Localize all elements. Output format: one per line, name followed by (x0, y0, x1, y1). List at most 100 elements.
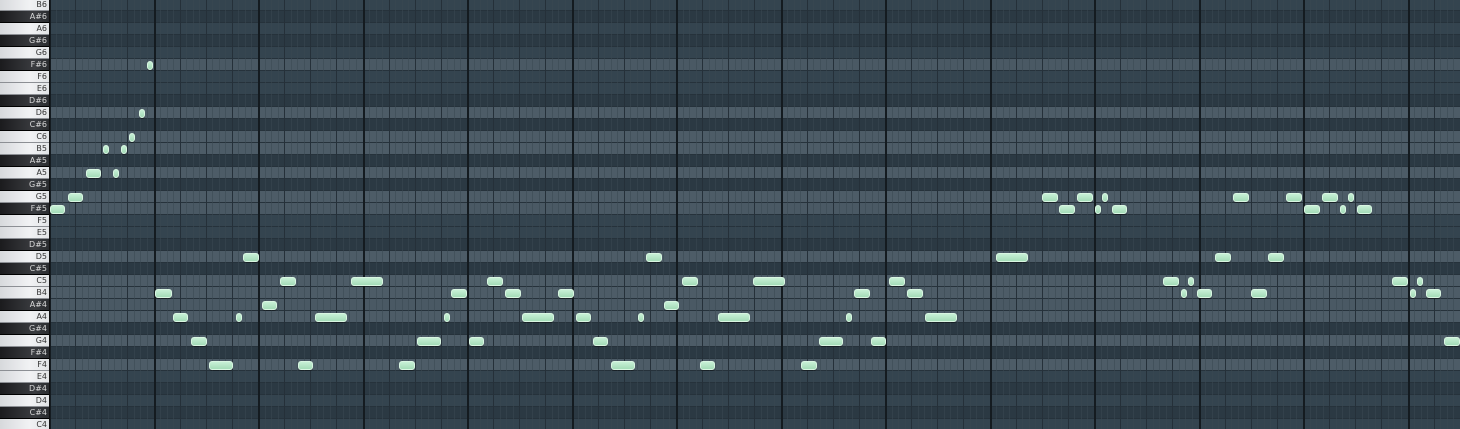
note-block[interactable] (522, 313, 554, 322)
note-block[interactable] (611, 361, 635, 370)
note-block[interactable] (191, 337, 207, 346)
note-block[interactable] (1348, 193, 1354, 202)
note-block[interactable] (209, 361, 233, 370)
key-f5[interactable]: F5 (0, 215, 49, 227)
key-csharp4[interactable]: C#4 (0, 407, 49, 419)
key-g5[interactable]: G5 (0, 191, 49, 203)
note-block[interactable] (638, 313, 644, 322)
key-gsharp5[interactable]: G#5 (0, 179, 49, 191)
note-block[interactable] (298, 361, 313, 370)
note-block[interactable] (86, 169, 101, 178)
note-block[interactable] (1340, 205, 1346, 214)
note-block[interactable] (558, 289, 574, 298)
note-block[interactable] (1417, 277, 1423, 286)
note-block[interactable] (113, 169, 119, 178)
note-block[interactable] (147, 61, 153, 70)
note-block[interactable] (236, 313, 242, 322)
note-block[interactable] (417, 337, 441, 346)
note-block[interactable] (889, 277, 905, 286)
note-block[interactable] (1059, 205, 1075, 214)
note-block[interactable] (1112, 205, 1127, 214)
note-block[interactable] (1215, 253, 1231, 262)
note-block[interactable] (155, 289, 172, 298)
note-block[interactable] (1286, 193, 1302, 202)
note-block[interactable] (243, 253, 259, 262)
key-fsharp4[interactable]: F#4 (0, 347, 49, 359)
note-block[interactable] (1197, 289, 1212, 298)
note-block[interactable] (1251, 289, 1267, 298)
key-e5[interactable]: E5 (0, 227, 49, 239)
key-gsharp4[interactable]: G#4 (0, 323, 49, 335)
key-c6[interactable]: C6 (0, 131, 49, 143)
note-block[interactable] (576, 313, 591, 322)
note-block[interactable] (1077, 193, 1093, 202)
key-d4[interactable]: D4 (0, 395, 49, 407)
note-block[interactable] (1095, 205, 1101, 214)
note-block[interactable] (139, 109, 145, 118)
note-block[interactable] (753, 277, 785, 286)
key-asharp6[interactable]: A#6 (0, 11, 49, 23)
note-block[interactable] (593, 337, 608, 346)
key-e4[interactable]: E4 (0, 371, 49, 383)
note-block[interactable] (846, 313, 852, 322)
note-block[interactable] (1426, 289, 1441, 298)
note-block[interactable] (1102, 193, 1108, 202)
key-f6[interactable]: F6 (0, 71, 49, 83)
note-block[interactable] (907, 289, 923, 298)
key-e6[interactable]: E6 (0, 83, 49, 95)
key-f4[interactable]: F4 (0, 359, 49, 371)
key-fsharp6[interactable]: F#6 (0, 59, 49, 71)
note-block[interactable] (451, 289, 467, 298)
note-block[interactable] (1163, 277, 1179, 286)
key-csharp6[interactable]: C#6 (0, 119, 49, 131)
key-d6[interactable]: D6 (0, 107, 49, 119)
note-block[interactable] (1410, 289, 1416, 298)
key-csharp5[interactable]: C#5 (0, 263, 49, 275)
note-block[interactable] (50, 205, 65, 214)
key-a6[interactable]: A6 (0, 23, 49, 35)
key-c4[interactable]: C4 (0, 419, 49, 429)
note-block[interactable] (121, 145, 127, 154)
note-block[interactable] (925, 313, 957, 322)
note-block[interactable] (700, 361, 715, 370)
key-a5[interactable]: A5 (0, 167, 49, 179)
key-gsharp6[interactable]: G#6 (0, 35, 49, 47)
note-block[interactable] (68, 193, 83, 202)
key-a4[interactable]: A4 (0, 311, 49, 323)
note-block[interactable] (1322, 193, 1338, 202)
note-block[interactable] (280, 277, 296, 286)
note-block[interactable] (646, 253, 662, 262)
note-block[interactable] (399, 361, 415, 370)
note-block[interactable] (1444, 337, 1460, 346)
note-block[interactable] (351, 277, 383, 286)
key-b6[interactable]: B6 (0, 0, 49, 11)
note-block[interactable] (664, 301, 679, 310)
note-block[interactable] (1042, 193, 1058, 202)
key-dsharp5[interactable]: D#5 (0, 239, 49, 251)
note-block[interactable] (1188, 277, 1194, 286)
note-block[interactable] (854, 289, 870, 298)
note-block[interactable] (505, 289, 521, 298)
note-block[interactable] (996, 253, 1028, 262)
key-b5[interactable]: B5 (0, 143, 49, 155)
key-asharp4[interactable]: A#4 (0, 299, 49, 311)
key-dsharp4[interactable]: D#4 (0, 383, 49, 395)
key-d5[interactable]: D5 (0, 251, 49, 263)
note-block[interactable] (819, 337, 843, 346)
key-g6[interactable]: G6 (0, 47, 49, 59)
note-block[interactable] (801, 361, 817, 370)
key-c5[interactable]: C5 (0, 275, 49, 287)
key-asharp5[interactable]: A#5 (0, 155, 49, 167)
note-grid[interactable] (49, 0, 1460, 429)
key-g4[interactable]: G4 (0, 335, 49, 347)
note-block[interactable] (173, 313, 188, 322)
note-block[interactable] (262, 301, 277, 310)
note-block[interactable] (1392, 277, 1408, 286)
note-block[interactable] (315, 313, 347, 322)
key-dsharp6[interactable]: D#6 (0, 95, 49, 107)
key-b4[interactable]: B4 (0, 287, 49, 299)
note-block[interactable] (1357, 205, 1372, 214)
note-block[interactable] (103, 145, 109, 154)
note-block[interactable] (718, 313, 750, 322)
note-block[interactable] (469, 337, 484, 346)
